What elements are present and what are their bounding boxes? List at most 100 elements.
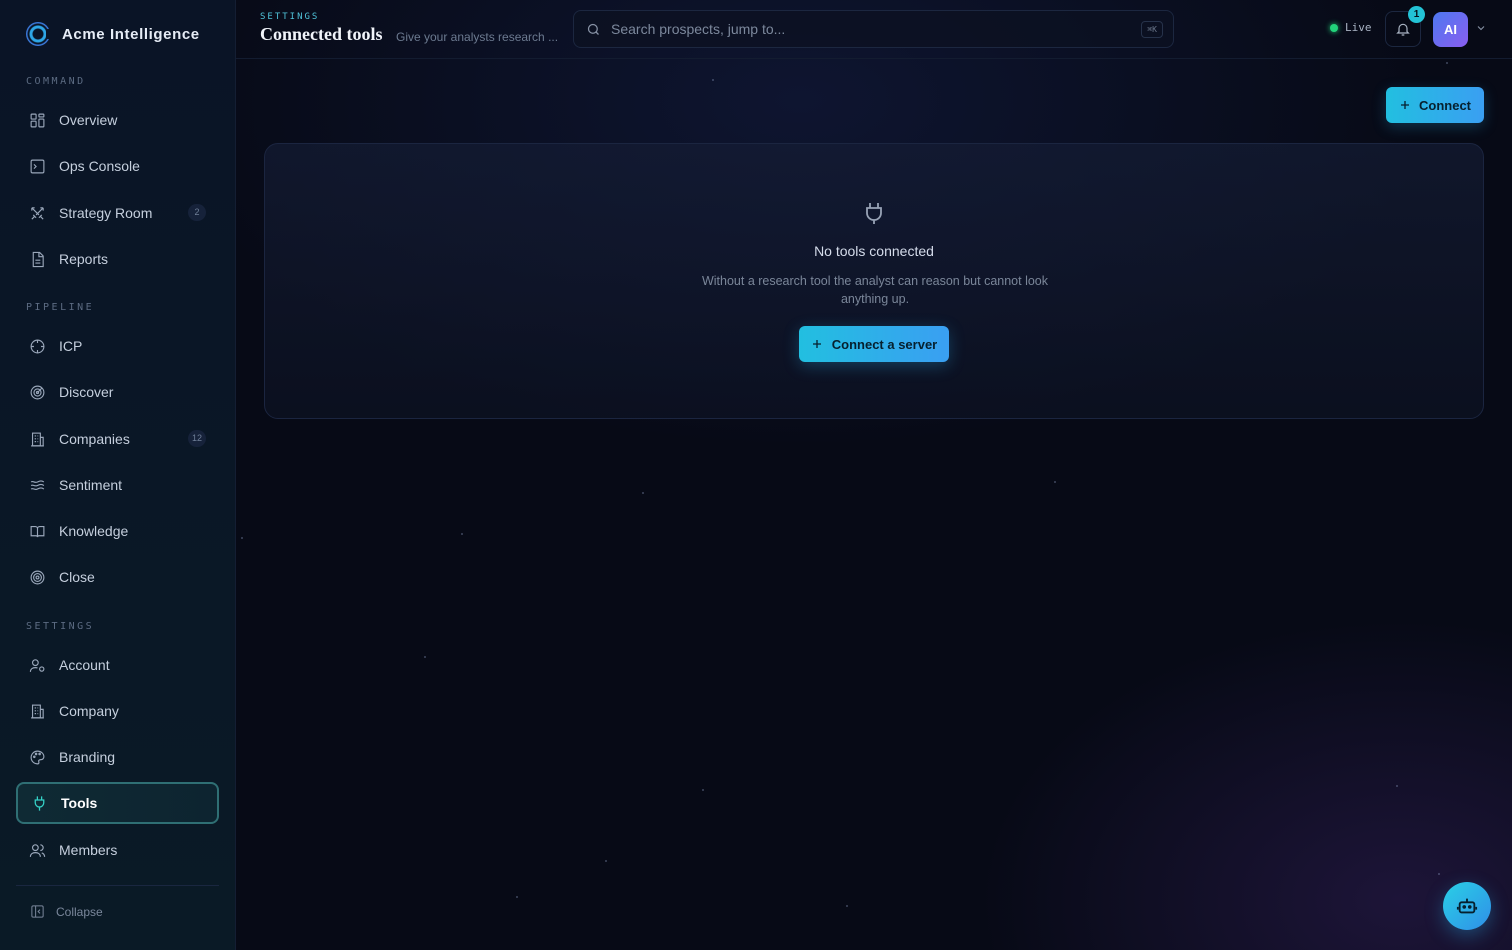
- sidebar-divider: [16, 885, 219, 886]
- sidebar-item-company[interactable]: Company: [16, 690, 219, 732]
- crosshair-icon: [30, 339, 45, 353]
- empty-state-card: No tools connected Without a research to…: [264, 143, 1484, 419]
- background-star: [846, 905, 848, 907]
- sidebar-item-label: Account: [59, 657, 110, 673]
- sidebar-item-reports[interactable]: Reports: [16, 238, 219, 280]
- background-star: [241, 537, 243, 539]
- sidebar-item-label: Overview: [59, 112, 118, 128]
- sidebar-item-label: Knowledge: [59, 523, 129, 539]
- sidebar-item-close[interactable]: Close: [16, 556, 219, 598]
- sidebar-item-label: ICP: [59, 338, 83, 354]
- collapse-label: Collapse: [56, 904, 103, 919]
- app-root: Acme Intelligence COMMAND Overview Ops C…: [0, 0, 1512, 950]
- search-input[interactable]: [611, 21, 1131, 37]
- empty-state-text: Without a research tool the analyst can …: [701, 274, 1049, 306]
- building-icon: [31, 704, 44, 718]
- connect-button-label: Connect: [1419, 97, 1471, 113]
- sidebar-item-branding[interactable]: Branding: [16, 736, 219, 778]
- terminal-icon: [30, 159, 45, 173]
- page-subtitle: Give your analysts research ...: [396, 30, 559, 44]
- sidebar-item-account[interactable]: Account: [16, 644, 219, 686]
- palette-icon: [30, 750, 45, 764]
- top-header: SETTINGS Connected tools Give your analy…: [236, 0, 1512, 59]
- sidebar: Acme Intelligence COMMAND Overview Ops C…: [0, 0, 236, 950]
- sidebar-item-label: Ops Console: [59, 158, 140, 174]
- grid-icon: [30, 113, 45, 127]
- sidebar-item-label: Branding: [59, 749, 116, 765]
- sidebar-item-label: Company: [59, 703, 119, 719]
- search-icon: [587, 23, 599, 35]
- live-dot-icon: [1330, 23, 1338, 32]
- page-title: Connected tools: [260, 24, 383, 44]
- notification-count-badge: 1: [1408, 6, 1425, 23]
- count-badge: 12: [187, 430, 206, 447]
- background-star: [424, 656, 426, 658]
- sidebar-item-discover[interactable]: Discover: [16, 371, 219, 413]
- sidebar-item-label: Close: [59, 569, 95, 585]
- sidebar-item-label: Sentiment: [59, 477, 123, 493]
- robot-icon: [1456, 898, 1478, 914]
- sidebar-item-knowledge[interactable]: Knowledge: [16, 510, 219, 552]
- user-cog-icon: [29, 658, 45, 672]
- background-star: [642, 492, 644, 494]
- section-label-command: COMMAND: [26, 76, 86, 87]
- assistant-bot-button[interactable]: [1443, 882, 1491, 930]
- live-label: Live: [1345, 21, 1372, 34]
- connect-button[interactable]: Connect: [1386, 87, 1484, 123]
- target-icon: [30, 570, 45, 584]
- users-icon: [29, 843, 46, 857]
- sidebar-item-label: Tools: [61, 795, 98, 811]
- bell-icon: [1396, 23, 1410, 36]
- sidebar-item-label: Companies: [59, 431, 130, 447]
- sidebar-item-label: Discover: [59, 384, 114, 400]
- background-star: [1438, 873, 1440, 875]
- empty-state-title: No tools connected: [814, 243, 934, 259]
- section-label-pipeline: PIPELINE: [26, 302, 95, 313]
- background-star: [1396, 785, 1398, 787]
- document-icon: [32, 251, 44, 267]
- background-star: [1446, 62, 1448, 64]
- book-icon: [30, 525, 45, 537]
- plug-icon: [34, 795, 45, 811]
- background-star: [605, 860, 607, 862]
- brand-name: Acme Intelligence: [62, 25, 200, 43]
- keyboard-shortcut-hint: ⌘K: [1141, 21, 1163, 38]
- connect-server-label: Connect a server: [831, 336, 938, 352]
- section-label-settings: SETTINGS: [26, 621, 95, 632]
- swords-icon: [31, 206, 44, 220]
- avatar[interactable]: AI: [1433, 12, 1468, 47]
- sidebar-item-label: Members: [59, 842, 118, 858]
- plus-icon: [1401, 101, 1409, 109]
- sidebar-item-sentiment[interactable]: Sentiment: [16, 464, 219, 506]
- sidebar-collapse-icon: [31, 905, 44, 918]
- notifications-button[interactable]: 1: [1385, 6, 1425, 47]
- sidebar-item-overview[interactable]: Overview: [16, 99, 219, 141]
- brand-logo-icon: [26, 22, 52, 46]
- count-badge: 2: [188, 204, 206, 221]
- connect-server-button[interactable]: Connect a server: [799, 326, 949, 362]
- sidebar-item-companies[interactable]: Companies 12: [16, 418, 219, 460]
- plug-icon: [866, 203, 882, 224]
- sidebar-item-icp[interactable]: ICP: [16, 325, 219, 367]
- sidebar-item-tools[interactable]: Tools: [16, 782, 219, 824]
- sidebar-item-strategy-room[interactable]: Strategy Room 2: [16, 192, 219, 234]
- sidebar-item-label: Strategy Room: [59, 205, 153, 221]
- sidebar-item-ops-console[interactable]: Ops Console: [16, 145, 219, 187]
- background-star: [461, 533, 463, 535]
- sidebar-item-label: Reports: [59, 251, 109, 267]
- background-star: [516, 896, 518, 898]
- collapse-button[interactable]: Collapse: [30, 904, 103, 919]
- waves-icon: [30, 479, 45, 490]
- search-bar[interactable]: ⌘K: [573, 10, 1174, 48]
- radar-icon: [30, 385, 45, 399]
- breadcrumb: SETTINGS: [260, 12, 320, 22]
- sidebar-item-members[interactable]: Members: [16, 829, 219, 871]
- building-icon: [31, 432, 44, 446]
- background-star: [712, 79, 714, 81]
- plus-icon: [812, 340, 821, 348]
- background-star: [1054, 481, 1056, 483]
- live-status: Live: [1330, 21, 1372, 34]
- chevron-down-icon[interactable]: [1475, 22, 1487, 34]
- background-star: [702, 789, 704, 791]
- brand[interactable]: Acme Intelligence: [26, 22, 200, 46]
